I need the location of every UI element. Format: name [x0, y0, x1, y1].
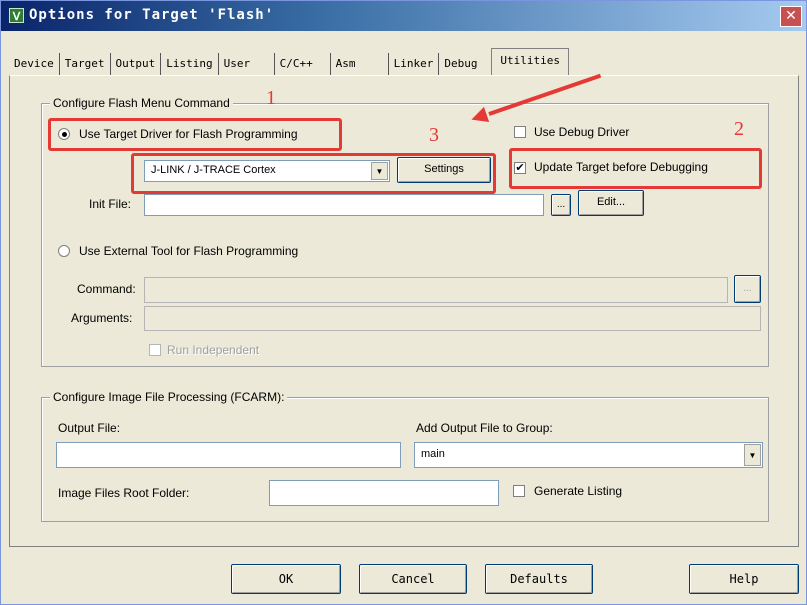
highlight-box-1: [48, 118, 342, 151]
arguments-input: [144, 306, 761, 331]
run-independent-checkbox: [149, 344, 161, 356]
edit-button[interactable]: Edit...: [578, 190, 644, 216]
tab-asm[interactable]: Asm: [331, 53, 389, 75]
ok-button[interactable]: OK: [231, 564, 341, 594]
run-independent-label: Run Independent: [167, 343, 260, 357]
tab-debug[interactable]: Debug: [439, 53, 491, 75]
init-file-input[interactable]: [144, 194, 544, 216]
app-icon: Ⅴ: [9, 8, 24, 23]
annotation-number-2: 2: [734, 118, 744, 140]
tab-cpp[interactable]: C/C++: [275, 53, 331, 75]
defaults-button[interactable]: Defaults: [485, 564, 593, 594]
tab-listing[interactable]: Listing: [161, 53, 219, 75]
annotation-number-1: 1: [266, 87, 276, 109]
close-button[interactable]: ✕: [780, 6, 802, 27]
tab-linker[interactable]: Linker: [389, 53, 440, 75]
window-title: Options for Target 'Flash': [29, 7, 275, 23]
highlight-box-3: [131, 153, 496, 194]
command-label: Command:: [77, 282, 136, 296]
dropdown-arrow-icon[interactable]: ▼: [744, 444, 761, 466]
tab-strip: Device Target Output Listing User C/C++ …: [9, 48, 569, 75]
highlight-box-2: [509, 148, 762, 189]
use-debug-driver-label: Use Debug Driver: [534, 125, 630, 139]
output-file-label: Output File:: [58, 421, 121, 435]
options-dialog: Ⅴ Options for Target 'Flash' ✕ Device Ta…: [0, 0, 807, 605]
annotation-number-3: 3: [429, 124, 439, 146]
output-file-input[interactable]: [56, 442, 401, 468]
add-output-label: Add Output File to Group:: [416, 421, 553, 435]
output-group-value: main: [421, 448, 445, 460]
init-file-browse-button[interactable]: ...: [551, 194, 571, 216]
title-bar[interactable]: Ⅴ Options for Target 'Flash' ✕: [1, 1, 806, 31]
tab-utilities[interactable]: Utilities: [491, 48, 569, 75]
command-input: [144, 277, 728, 303]
cancel-button[interactable]: Cancel: [359, 564, 467, 594]
use-debug-driver-checkbox[interactable]: [514, 126, 526, 138]
generate-listing-label: Generate Listing: [534, 484, 623, 498]
root-folder-label: Image Files Root Folder:: [58, 486, 190, 500]
tab-device[interactable]: Device: [9, 53, 60, 75]
image-processing-group-label: Configure Image File Processing (FCARM):: [50, 390, 288, 404]
output-group-select[interactable]: main ▼: [414, 442, 763, 468]
tab-target[interactable]: Target: [60, 53, 111, 75]
generate-listing-checkbox[interactable]: [513, 485, 525, 497]
flash-menu-group-label: Configure Flash Menu Command: [50, 96, 233, 110]
tab-user[interactable]: User: [219, 53, 275, 75]
use-external-tool-radio[interactable]: [58, 245, 70, 257]
help-button[interactable]: Help: [689, 564, 799, 594]
tab-output[interactable]: Output: [111, 53, 162, 75]
command-browse-button: ...: [734, 275, 761, 303]
root-folder-input[interactable]: [269, 480, 499, 506]
use-external-tool-label: Use External Tool for Flash Programming: [79, 244, 299, 258]
init-file-label: Init File:: [89, 197, 132, 211]
arguments-label: Arguments:: [71, 311, 133, 325]
